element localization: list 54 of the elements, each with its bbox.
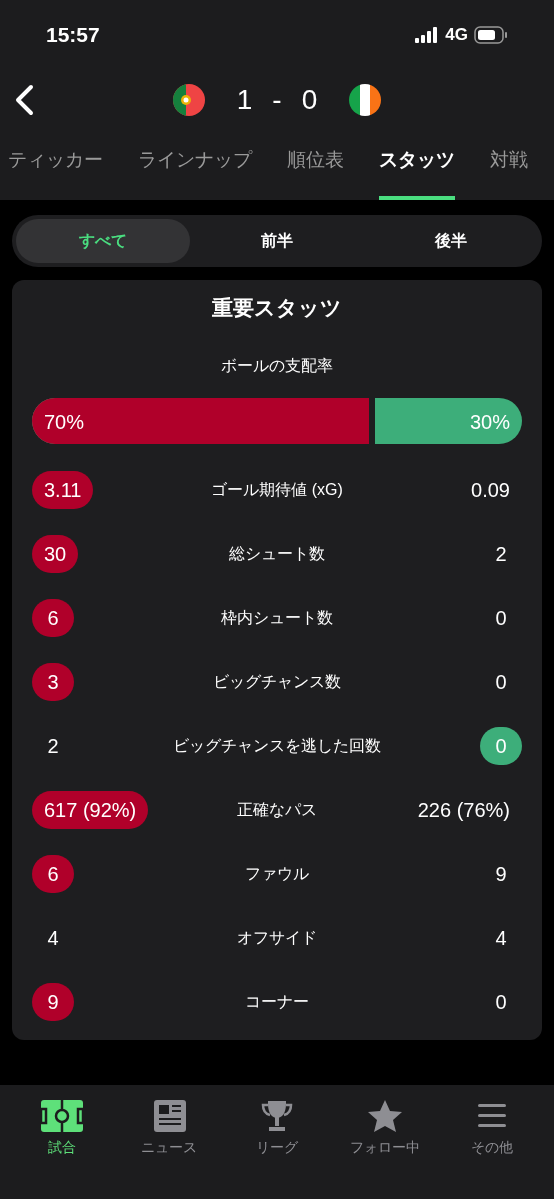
- stat-label: ビッグチャンス数: [213, 671, 341, 692]
- card-title: 重要スタッツ: [211, 295, 343, 321]
- stat-label: 正確なパス: [237, 799, 317, 820]
- stat-value: 4: [46, 925, 60, 951]
- stat-label: ゴール期待値 (xG): [211, 479, 343, 500]
- stat-value: 2: [46, 733, 60, 759]
- flag-icon: [349, 84, 382, 116]
- stat-label: ファウル: [245, 863, 309, 884]
- stat-label: オフサイド: [237, 927, 317, 948]
- stat-label: 枠内シュート数: [221, 607, 333, 628]
- stat-value: 0: [494, 989, 508, 1015]
- signal-icon: [415, 27, 440, 43]
- nav-item[interactable]: その他: [442, 1099, 543, 1161]
- stat-value: 0.09: [470, 477, 511, 503]
- tab[interactable]: スタッツ: [379, 137, 455, 200]
- tab[interactable]: ラインナップ: [138, 137, 252, 200]
- flag-icon: [172, 84, 205, 116]
- stat-value: 0: [494, 669, 508, 695]
- stat-value: 0: [494, 605, 508, 631]
- stat-value: 2: [494, 541, 508, 567]
- stat-label: 総シュート数: [229, 543, 325, 564]
- pitch-icon: [39, 1099, 84, 1133]
- nav-item[interactable]: フォロー中: [334, 1099, 435, 1161]
- home-score: 1: [236, 83, 253, 117]
- stat-value: 3: [32, 662, 74, 701]
- period-option[interactable]: 後半: [364, 219, 538, 263]
- possession-away-value: 30%: [469, 409, 510, 435]
- away-score: 0: [301, 83, 318, 117]
- nav-item[interactable]: 試合: [11, 1099, 112, 1161]
- stat-value: 30: [32, 534, 79, 573]
- tab[interactable]: ティッカー: [8, 137, 103, 200]
- stat-label: ビッグチャンスを逃した回数: [173, 735, 381, 756]
- stat-value: 9: [494, 861, 508, 887]
- stat-value: 4: [494, 925, 508, 951]
- possession-home-value: 70%: [44, 409, 85, 435]
- nav-item[interactable]: リーグ: [227, 1099, 327, 1161]
- stat-value: 617 (92%): [32, 790, 149, 829]
- stat-value: 9: [32, 982, 74, 1021]
- period-option[interactable]: すべて: [16, 219, 190, 263]
- period-option[interactable]: 前半: [190, 219, 364, 263]
- stat-value: 0: [480, 726, 522, 765]
- stat-value: 226 (76%): [416, 797, 511, 823]
- nav-item[interactable]: ニュース: [119, 1099, 220, 1161]
- score-separator: -: [272, 83, 282, 117]
- tab[interactable]: 順位表: [287, 137, 344, 200]
- stat-value: 6: [32, 598, 74, 637]
- stat-label: コーナー: [245, 991, 309, 1012]
- tab[interactable]: 対戦: [490, 137, 528, 200]
- network-label: 4G: [445, 24, 468, 47]
- stat-value: 3.11: [32, 470, 94, 509]
- stat-value: 6: [32, 854, 74, 893]
- stat-label: ボールの支配率: [220, 355, 334, 376]
- battery-icon: [474, 26, 508, 44]
- status-time: 15:57: [46, 22, 100, 49]
